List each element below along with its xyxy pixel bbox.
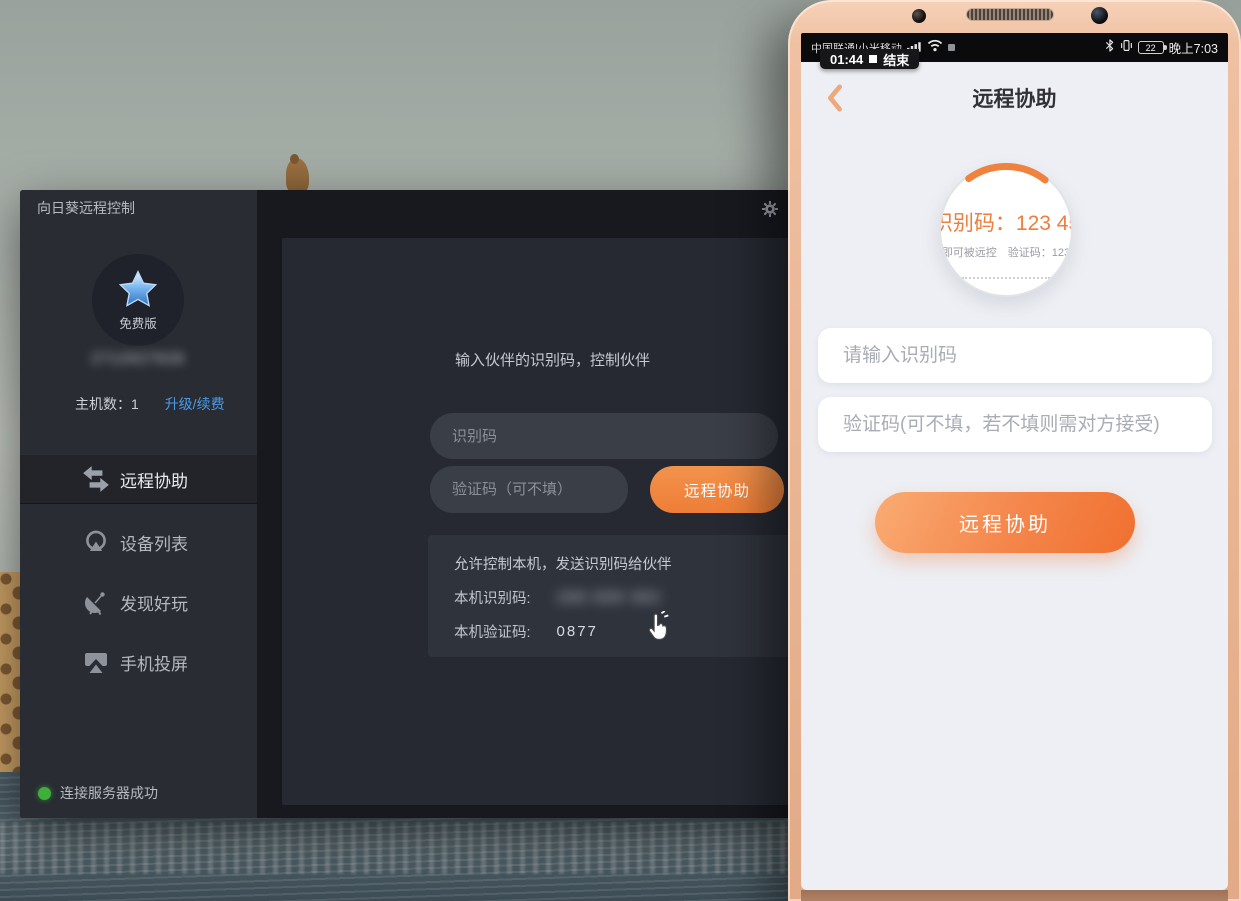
phone-bottom-bezel bbox=[801, 890, 1228, 901]
device-list-icon bbox=[80, 529, 112, 555]
status-text: 连接服务器成功 bbox=[60, 783, 158, 803]
local-info-box: 允许控制本机，发送识别码给伙伴 本机识别码: 288 898 982 本机验证码… bbox=[428, 535, 790, 657]
local-id-circle: 识别码：123 45 即可被远控 验证码：123 bbox=[939, 163, 1073, 297]
sidebar-item-discover[interactable]: 发现好玩 bbox=[20, 577, 257, 627]
arrows-swap-icon bbox=[80, 464, 112, 494]
screenshot-stage: 向日葵远程控制 bbox=[0, 0, 1241, 901]
sunflower-remote-window: 向日葵远程控制 bbox=[20, 190, 790, 818]
bluetooth-icon bbox=[1104, 38, 1115, 58]
record-stop-label: 结束 bbox=[883, 50, 909, 69]
sidebar-item-remote-assist[interactable]: 远程协助 bbox=[20, 454, 257, 504]
allow-control-text: 允许控制本机，发送识别码给伙伴 bbox=[454, 553, 766, 574]
local-code-label: 本机验证码: bbox=[454, 621, 531, 642]
local-code-value: 0877 bbox=[557, 623, 598, 640]
local-id-label: 本机识别码: bbox=[454, 587, 531, 608]
window-title: 向日葵远程控制 bbox=[37, 198, 135, 218]
phone-earpiece-speaker bbox=[966, 8, 1054, 21]
sidebar-item-label: 设备列表 bbox=[120, 530, 188, 555]
status-green-dot bbox=[38, 787, 51, 800]
wifi-icon bbox=[927, 39, 943, 57]
phone-device: 中国联通|小米移动 bbox=[788, 0, 1241, 901]
remote-assist-button[interactable]: 远程协助 bbox=[650, 466, 784, 513]
sidebar-item-label: 远程协助 bbox=[120, 467, 188, 492]
status-square-icon bbox=[948, 44, 955, 51]
stop-square-icon bbox=[869, 55, 877, 63]
phone-front-camera bbox=[1091, 7, 1108, 24]
battery-icon: 22 bbox=[1138, 41, 1164, 54]
remote-assist-panel: 输入伙伴的识别码，控制伙伴 远程协助 允许控制本机，发送识别码给伙伴 本机识别码… bbox=[282, 238, 790, 805]
sidebar-item-label: 手机投屏 bbox=[120, 650, 188, 675]
settings-gear-icon[interactable] bbox=[761, 200, 779, 218]
record-timer: 01:44 bbox=[830, 52, 863, 67]
sidebar-item-screen-cast[interactable]: 手机投屏 bbox=[20, 637, 257, 687]
sidebar-item-label: 发现好玩 bbox=[120, 590, 188, 615]
mouse-hand-cursor-icon bbox=[644, 611, 672, 643]
screen-record-overlay[interactable]: 01:44 结束 bbox=[820, 49, 919, 69]
phone-code-input[interactable] bbox=[818, 397, 1212, 452]
connection-status: 连接服务器成功 bbox=[38, 783, 158, 803]
screen-cast-icon bbox=[80, 649, 112, 675]
battery-percent: 22 bbox=[1146, 43, 1156, 53]
page-title: 远程协助 bbox=[801, 83, 1228, 113]
upgrade-renew-link[interactable]: 升级/续费 bbox=[165, 396, 225, 412]
hosts-row: 主机数：1 升级/续费 bbox=[75, 394, 225, 414]
phone-front-sensor bbox=[912, 9, 926, 23]
satellite-dish-icon bbox=[80, 589, 112, 615]
avatar: 免费版 bbox=[92, 254, 184, 346]
clock-time: 晚上7:03 bbox=[1169, 38, 1218, 57]
dashed-divider bbox=[962, 277, 1050, 279]
account-id-blurred: 2712627628 bbox=[70, 350, 206, 367]
background-giraffe-head bbox=[286, 158, 309, 194]
partner-code-input[interactable] bbox=[430, 466, 628, 513]
plan-badge: 免费版 bbox=[119, 313, 157, 332]
partner-id-input[interactable] bbox=[430, 413, 778, 459]
local-id-blurred: 288 898 982 bbox=[557, 589, 662, 606]
vibrate-icon bbox=[1120, 38, 1133, 58]
star-badge-icon bbox=[117, 269, 159, 311]
partner-prompt: 输入伙伴的识别码，控制伙伴 bbox=[455, 349, 650, 370]
local-id-text: 识别码：123 45 bbox=[939, 207, 1073, 237]
local-code-subtext: 即可被远控 验证码：123 bbox=[942, 244, 1070, 260]
hosts-count: 主机数：1 bbox=[75, 396, 139, 412]
phone-id-input[interactable] bbox=[818, 328, 1212, 383]
phone-screen: 中国联通|小米移动 bbox=[801, 33, 1228, 890]
phone-remote-assist-button[interactable]: 远程协助 bbox=[875, 492, 1135, 553]
sidebar-item-device-list[interactable]: 设备列表 bbox=[20, 517, 257, 567]
